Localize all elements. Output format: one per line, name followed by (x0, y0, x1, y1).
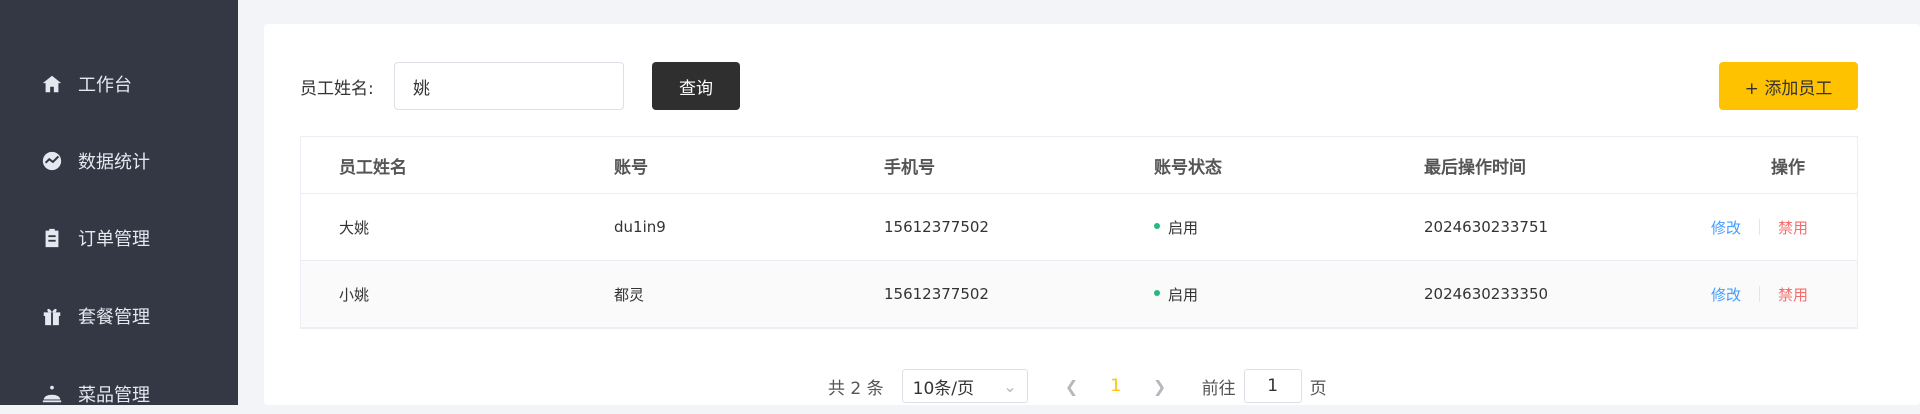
action-divider (1759, 219, 1761, 235)
cell-phone: 15612377502 (884, 218, 989, 236)
dish-icon (40, 382, 64, 406)
query-button[interactable]: 查询 (652, 62, 740, 110)
cell-name: 大姚 (339, 218, 370, 237)
cell-account: du1in9 (614, 218, 666, 236)
cell-status: 启用 (1154, 217, 1198, 238)
sidebar-item-label: 工作台 (78, 75, 132, 96)
page-size-value: 10条/页 (912, 378, 974, 399)
cell-last-operation-time: 2024630233751 (1424, 218, 1549, 236)
edit-link[interactable]: 修改 (1711, 217, 1741, 238)
column-header-actions: 操作 (1771, 157, 1805, 178)
cell-actions: 修改 禁用 (1711, 284, 1808, 305)
status-text: 启用 (1168, 218, 1199, 237)
cell-status: 启用 (1154, 284, 1198, 305)
goto-unit: 页 (1309, 378, 1327, 399)
sidebar: 工作台 数据统计 订单管理 套餐管理 菜品管理 (0, 0, 238, 406)
total-count: 共 2 条 (828, 378, 884, 399)
column-header-status[interactable]: 账号状态 (1154, 153, 1222, 178)
table-row: 大姚 du1in9 15612377502 启用 2024630233751 修… (301, 194, 1857, 261)
page-number-current[interactable]: 1 (1092, 376, 1140, 396)
table-header-row: 员工姓名 账号 手机号 账号状态 最后操作时间 操作 (301, 137, 1857, 194)
employee-table: 员工姓名 账号 手机号 账号状态 最后操作时间 操作 大姚 du1in9 156… (300, 136, 1858, 329)
action-divider (1759, 286, 1761, 302)
pagination: 共 2 条 10条/页 ⌄ ❮ 1 ❯ 前往 页 (828, 368, 1327, 404)
disable-link[interactable]: 禁用 (1778, 217, 1808, 238)
disable-link[interactable]: 禁用 (1778, 284, 1808, 305)
sidebar-item-label: 数据统计 (78, 152, 150, 173)
column-header-account[interactable]: 账号 (614, 153, 648, 178)
status-text: 启用 (1168, 285, 1199, 304)
sidebar-item-dishes[interactable]: 菜品管理 (40, 374, 230, 414)
column-header-last-operation-time[interactable]: 最后操作时间 (1424, 153, 1526, 178)
column-header-name[interactable]: 员工姓名 (339, 153, 407, 178)
clipboard-icon (40, 226, 64, 250)
employee-name-search-input[interactable] (394, 62, 624, 110)
page-size-select[interactable]: 10条/页 ⌄ (901, 369, 1028, 403)
sidebar-item-combos[interactable]: 套餐管理 (40, 296, 230, 336)
cell-phone: 15612377502 (884, 285, 989, 303)
search-label: 员工姓名: (300, 79, 374, 99)
employee-panel: 员工姓名: 查询 + 添加员工 员工姓名 账号 手机号 账号状态 最后操作时间 … (264, 24, 1920, 405)
cell-name: 小姚 (339, 285, 370, 304)
sidebar-item-label: 订单管理 (78, 229, 150, 250)
status-dot-icon (1154, 290, 1160, 296)
cell-actions: 修改 禁用 (1711, 217, 1808, 238)
next-page-icon[interactable]: ❯ (1140, 377, 1180, 396)
edit-link[interactable]: 修改 (1711, 284, 1741, 305)
goto-label: 前往 (1201, 378, 1236, 399)
cell-account: 都灵 (614, 285, 645, 304)
sidebar-item-statistics[interactable]: 数据统计 (40, 141, 230, 181)
sidebar-item-orders[interactable]: 订单管理 (40, 218, 230, 258)
add-employee-button[interactable]: + 添加员工 (1719, 62, 1858, 110)
chart-icon (40, 149, 64, 173)
goto-page-input[interactable] (1243, 369, 1302, 403)
prev-page-icon[interactable]: ❮ (1052, 377, 1092, 396)
column-header-phone[interactable]: 手机号 (884, 153, 935, 178)
table-row: 小姚 都灵 15612377502 启用 2024630233350 修改 禁用 (301, 261, 1857, 328)
cell-last-operation-time: 2024630233350 (1424, 285, 1549, 303)
home-icon (40, 72, 64, 96)
status-dot-icon (1154, 223, 1160, 229)
gift-icon (40, 304, 64, 328)
sidebar-item-label: 套餐管理 (78, 307, 150, 328)
chevron-down-icon: ⌄ (1003, 376, 1017, 396)
sidebar-item-workbench[interactable]: 工作台 (40, 64, 230, 104)
sidebar-item-label: 菜品管理 (78, 385, 150, 406)
